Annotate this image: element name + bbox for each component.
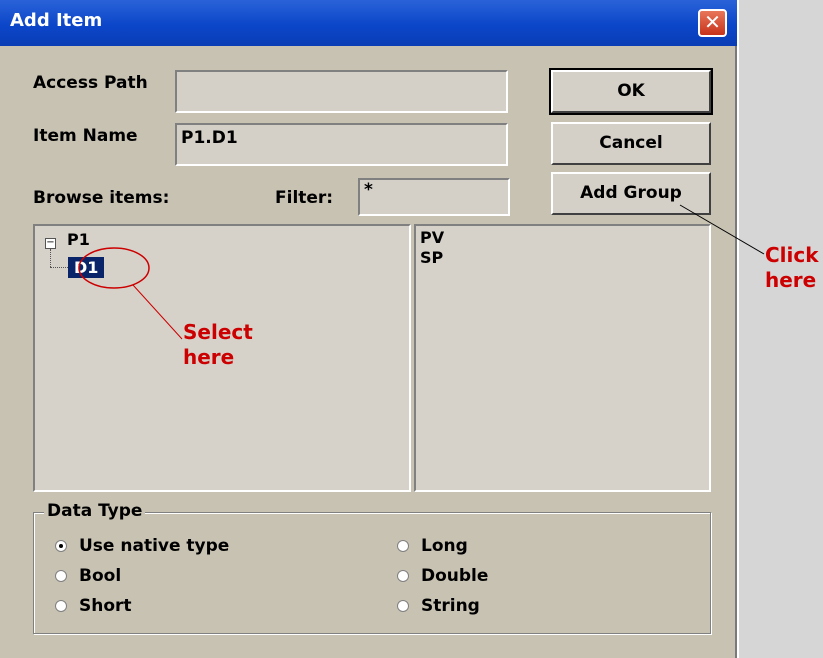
- click-pointer-line: [679, 204, 765, 255]
- annotation-select-here: Select here: [183, 320, 253, 370]
- annotation-text: here: [765, 268, 817, 292]
- annotation-overlay: [78, 204, 765, 340]
- annotation-click-here: Click here: [765, 243, 819, 293]
- select-pointer-line: [132, 284, 183, 340]
- annotation-text: here: [183, 345, 235, 369]
- annotation-text: Click: [765, 243, 819, 267]
- annotation-text: Select: [183, 320, 253, 344]
- select-highlight-circle: [78, 247, 150, 289]
